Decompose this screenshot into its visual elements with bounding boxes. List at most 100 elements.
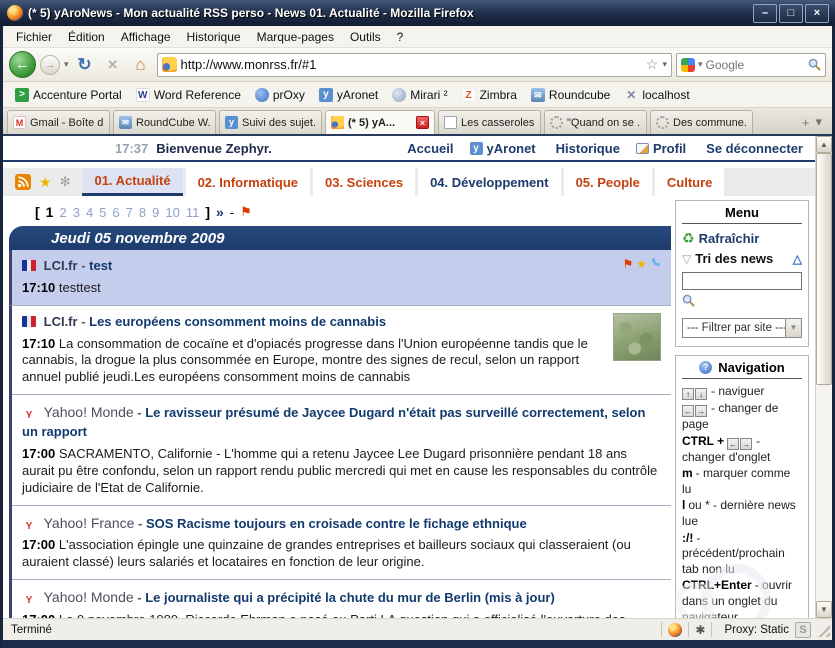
source-name[interactable]: Yahoo! France xyxy=(44,515,135,531)
page-link[interactable]: 8 xyxy=(139,205,146,220)
news-item[interactable]: ⚑ ★ LCI.fr - Les européens consomme xyxy=(12,306,671,396)
site-filter-select[interactable]: --- Filtrer par site --- ▼ xyxy=(682,318,802,338)
news-item[interactable]: ⚑ ★ Yahoo! France - SOS Racisme tou xyxy=(12,506,671,581)
sort-asc-icon[interactable]: △ xyxy=(793,252,802,266)
page-link[interactable]: 7 xyxy=(126,205,133,220)
web-search-input[interactable] xyxy=(706,58,805,72)
category-tab[interactable]: Culture xyxy=(655,168,725,196)
menu-item[interactable]: Marque-pages xyxy=(250,28,341,46)
category-tab[interactable]: 04. Développement xyxy=(418,168,561,196)
bookmark-item[interactable]: Roundcube xyxy=(525,86,616,104)
minimize-button[interactable]: – xyxy=(753,4,777,23)
bookmark-item[interactable]: Mirari ² xyxy=(386,86,453,104)
menu-item[interactable]: Historique xyxy=(180,28,248,46)
page-link[interactable]: 6 xyxy=(112,205,119,220)
bookmark-item[interactable]: yAronet xyxy=(313,86,384,104)
forward-button[interactable]: → xyxy=(40,55,60,75)
tab-close-icon[interactable]: × xyxy=(416,116,429,129)
source-name[interactable]: Yahoo! Monde xyxy=(44,589,134,605)
bookmark-item[interactable]: Word Reference xyxy=(130,86,247,104)
new-tab-button[interactable]: + xyxy=(802,115,810,130)
browser-tab[interactable]: Suivi des sujet... × xyxy=(219,110,322,134)
item-star-icon[interactable]: ★ xyxy=(636,257,647,271)
category-tab[interactable]: 03. Sciences xyxy=(313,168,415,196)
scroll-up-icon[interactable]: ▲ xyxy=(816,136,832,153)
history-dropdown-icon[interactable]: ▾ xyxy=(64,59,69,70)
category-tab[interactable]: 02. Informatique xyxy=(186,168,310,196)
bookmark-item[interactable]: Zimbra xyxy=(456,86,523,104)
close-button[interactable]: × xyxy=(805,4,829,23)
news-item[interactable]: ⚑ ★ LCI.fr - test xyxy=(9,250,671,306)
noscript-icon[interactable]: S xyxy=(795,622,811,638)
source-name[interactable]: LCI.fr xyxy=(44,258,78,273)
next-pages-link[interactable]: » xyxy=(216,204,224,220)
news-search-input[interactable] xyxy=(682,272,802,290)
url-bar[interactable]: ☆ ▾ xyxy=(157,53,672,77)
firefox-status-icon[interactable] xyxy=(668,623,682,637)
search-engine-dropdown-icon[interactable]: ▾ xyxy=(698,59,703,70)
browser-tab[interactable]: Des commune... × xyxy=(650,110,753,134)
scrollbar-track[interactable] xyxy=(816,153,832,601)
bookmark-item[interactable]: prOxy xyxy=(249,86,311,104)
item-phone-icon[interactable] xyxy=(650,257,661,271)
article-title[interactable]: Le journaliste qui a précipité la chute … xyxy=(145,590,555,605)
stop-button[interactable]: × xyxy=(101,55,125,75)
page-link[interactable]: 10 xyxy=(165,205,179,220)
page-link[interactable]: 3 xyxy=(73,205,80,220)
browser-tab[interactable]: "Quand on se ... × xyxy=(544,110,647,134)
header-link[interactable]: Accueil xyxy=(403,141,453,156)
menu-item[interactable]: ? xyxy=(390,28,411,46)
browser-tab[interactable]: (* 5) yA... × xyxy=(325,110,435,134)
news-search-icon[interactable] xyxy=(682,294,802,312)
news-item[interactable]: ⚑ ★ Yahoo! Monde - Le ravisseur pré xyxy=(12,395,671,505)
vertical-scrollbar[interactable]: ▲ ▼ xyxy=(815,136,832,618)
flag-icon[interactable]: ⚑ xyxy=(240,204,252,220)
header-link[interactable]: Profil xyxy=(636,141,686,156)
reload-button[interactable]: ↻ xyxy=(73,55,97,75)
rss-icon[interactable] xyxy=(15,174,31,190)
url-dropdown-icon[interactable]: ▾ xyxy=(662,59,667,70)
maximize-button[interactable]: □ xyxy=(779,4,803,23)
header-link[interactable]: Se déconnecter xyxy=(702,141,803,156)
menu-item[interactable]: Fichier xyxy=(9,28,59,46)
browser-tab[interactable]: Les casseroles... × xyxy=(438,110,541,134)
article-title[interactable]: test xyxy=(89,258,112,273)
resize-grip[interactable] xyxy=(815,622,830,637)
page-link[interactable]: 11 xyxy=(186,205,200,220)
select-dropdown-icon[interactable]: ▼ xyxy=(785,319,801,337)
url-input[interactable] xyxy=(181,57,642,72)
source-name[interactable]: LCI.fr xyxy=(44,314,78,329)
menu-item[interactable]: Édition xyxy=(61,28,112,46)
search-box[interactable]: ▾ xyxy=(676,53,826,77)
bug-icon[interactable]: ✱ xyxy=(695,623,705,637)
bookmark-item[interactable]: localhost xyxy=(618,86,695,104)
settings-gear-icon[interactable]: ✻ xyxy=(60,174,71,190)
tab-list-icon[interactable]: ▾ xyxy=(815,114,822,130)
menu-item[interactable]: Outils xyxy=(343,28,388,46)
bookmark-item[interactable]: Accenture Portal xyxy=(9,86,128,104)
scrollbar-thumb[interactable] xyxy=(816,153,832,385)
category-tab[interactable]: 01. Actualité xyxy=(82,168,182,196)
page-link[interactable]: 4 xyxy=(86,205,93,220)
source-name[interactable]: Yahoo! Monde xyxy=(44,404,134,420)
item-flag-icon[interactable]: ⚑ xyxy=(622,257,633,271)
favorites-star-icon[interactable]: ★ xyxy=(39,174,52,191)
browser-tab[interactable]: Gmail - Boîte d... × xyxy=(7,110,110,134)
search-icon[interactable] xyxy=(808,58,821,71)
scroll-down-icon[interactable]: ▼ xyxy=(816,601,832,618)
article-title[interactable]: SOS Racisme toujours en croisade contre … xyxy=(146,516,527,531)
home-button[interactable]: ⌂ xyxy=(129,55,153,75)
category-tab[interactable]: 05. People xyxy=(564,168,652,196)
sort-desc-icon[interactable]: ▽ xyxy=(682,252,691,266)
menu-item[interactable]: Affichage xyxy=(114,28,178,46)
news-item[interactable]: ⚑ ★ Yahoo! Monde - Le journaliste q xyxy=(12,580,671,618)
header-link[interactable]: Historique xyxy=(552,141,620,156)
back-button[interactable]: ← xyxy=(9,51,36,78)
proxy-status[interactable]: Proxy: Static xyxy=(724,624,789,636)
article-title[interactable]: Les européens consomment moins de cannab… xyxy=(89,314,386,329)
browser-tab[interactable]: RoundCube W... × xyxy=(113,110,216,134)
bookmark-star-icon[interactable]: ☆ xyxy=(646,56,659,73)
header-link[interactable]: yAronet xyxy=(470,141,536,156)
page-link[interactable]: 5 xyxy=(99,205,106,220)
refresh-link[interactable]: ♻ Rafraîchir xyxy=(682,230,802,247)
